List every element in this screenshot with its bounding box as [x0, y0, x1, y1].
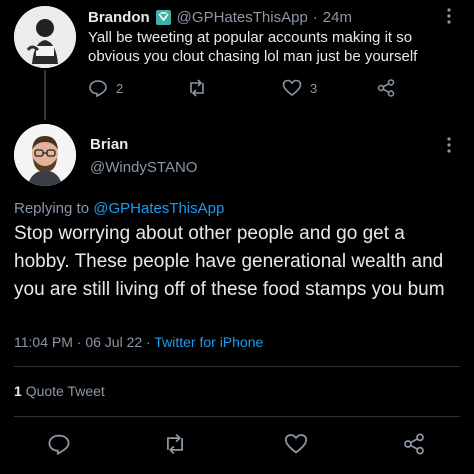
replying-to: Replying to @GPHatesThisApp [14, 200, 224, 217]
parent-header: Brandon @GPHatesThisApp · 24m [88, 9, 352, 26]
main-actions [0, 430, 474, 460]
quote-label: Quote Tweet [25, 383, 105, 399]
reply-button[interactable]: 2 [88, 78, 123, 98]
share-button[interactable] [402, 432, 426, 456]
share-icon [376, 78, 396, 98]
reply-icon [48, 434, 70, 456]
parent-actions: 2 3 [88, 78, 408, 100]
parent-tweet-text: Yall be tweeting at popular accounts mak… [88, 29, 418, 65]
replying-prefix: Replying to [14, 200, 90, 217]
replying-handle-link[interactable]: @GPHatesThisApp [93, 200, 224, 217]
like-icon [282, 78, 302, 98]
parent-time[interactable]: 24m [323, 9, 352, 26]
thread-line [44, 70, 46, 120]
parent-display-name[interactable]: Brandon [88, 9, 150, 26]
divider-bottom [14, 416, 460, 417]
parent-handle[interactable]: @GPHatesThisApp [177, 9, 308, 26]
reply-icon [88, 78, 108, 98]
share-button[interactable] [376, 78, 396, 98]
like-button[interactable]: 3 [282, 78, 317, 98]
main-handle[interactable]: @WindySTANO [90, 159, 197, 176]
more-icon[interactable] [446, 7, 452, 25]
quote-tweets-stat[interactable]: 1 Quote Tweet [14, 383, 105, 399]
quote-count: 1 [14, 383, 22, 399]
main-display-name[interactable]: Brian [90, 136, 128, 153]
like-button[interactable] [284, 432, 308, 456]
tweet-source-link[interactable]: Twitter for iPhone [154, 334, 263, 350]
retweet-button[interactable] [186, 78, 208, 98]
retweet-icon [167, 433, 183, 455]
tweet-timestamp[interactable]: 11:04 PM · 06 Jul 22 · [14, 334, 154, 350]
retweet-icon [186, 78, 208, 98]
like-icon [284, 434, 308, 454]
avatar-brandon[interactable] [14, 6, 76, 68]
more-icon[interactable] [446, 136, 452, 154]
verified-badge-icon [155, 9, 172, 26]
reply-button[interactable] [47, 432, 71, 456]
retweet-button[interactable] [162, 432, 188, 456]
avatar-brian[interactable] [14, 124, 76, 186]
parent-separator: · [312, 9, 318, 26]
divider-top [14, 366, 460, 367]
share-icon [404, 433, 424, 455]
tweet-meta: 11:04 PM · 06 Jul 22 · Twitter for iPhon… [14, 334, 263, 350]
main-tweet-text: Stop worrying about other people and go … [14, 223, 445, 300]
reply-count: 2 [116, 80, 124, 96]
like-count: 3 [310, 80, 318, 96]
